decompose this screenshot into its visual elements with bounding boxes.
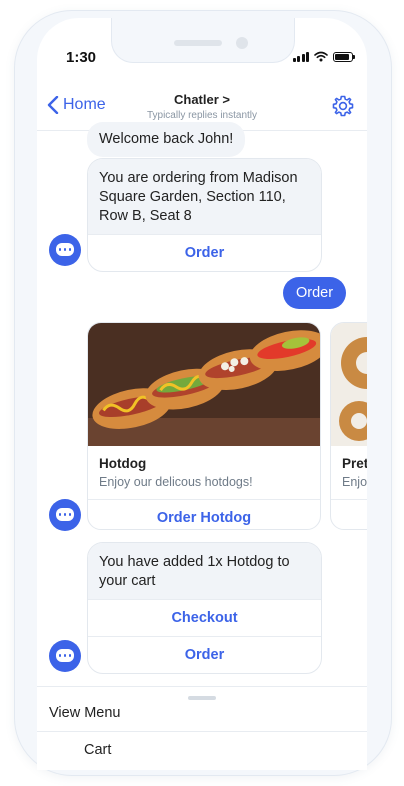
chat-dots-icon bbox=[56, 243, 74, 256]
wifi-icon bbox=[314, 51, 328, 62]
location-text: You are ordering from Madison Square Gar… bbox=[88, 159, 321, 234]
user-message: Order bbox=[283, 277, 347, 309]
chat-title-area[interactable]: Chatler > Typically replies instantly bbox=[37, 92, 367, 121]
menu-item-view-menu[interactable]: View Menu bbox=[49, 705, 120, 721]
phone-screen: 1:30 Home Chatler > Typically replies in… bbox=[37, 18, 367, 770]
quick-menu-panel: View Menu Cart bbox=[37, 686, 367, 770]
order-hotdog-button[interactable]: Order Hotdog bbox=[88, 499, 320, 529]
product-name: Hotdog bbox=[99, 456, 147, 471]
status-time: 1:30 bbox=[66, 49, 97, 66]
drag-handle[interactable] bbox=[188, 696, 216, 700]
checkout-button[interactable]: Checkout bbox=[88, 599, 321, 636]
bot-message-welcome: Welcome back John! bbox=[87, 122, 246, 157]
battery-icon bbox=[333, 51, 355, 62]
cart-text: You have added 1x Hotdog to your cart bbox=[88, 543, 321, 599]
chat-title: Chatler bbox=[173, 92, 219, 107]
speaker bbox=[174, 40, 222, 46]
order-button[interactable]: Order bbox=[88, 234, 321, 271]
menu-divider bbox=[37, 731, 367, 732]
notch bbox=[111, 18, 295, 63]
cart-card: You have added 1x Hotdog to your cart Ch… bbox=[87, 542, 322, 674]
bot-avatar bbox=[49, 640, 81, 672]
product-description: Enjoy our delicous hotdogs! bbox=[99, 475, 253, 489]
gear-icon[interactable] bbox=[331, 94, 355, 118]
status-icons bbox=[292, 51, 355, 62]
order-button-secondary[interactable]: Order bbox=[88, 636, 321, 673]
bot-avatar bbox=[49, 499, 81, 531]
product-button-partial[interactable] bbox=[331, 499, 367, 529]
product-card-hotdog: Hotdog Enjoy our delicous hotdogs! Order… bbox=[87, 322, 321, 530]
bot-avatar bbox=[49, 234, 81, 266]
menu-item-cart[interactable]: Cart bbox=[84, 742, 111, 758]
chat-subtitle: Typically replies instantly bbox=[146, 110, 258, 121]
pretzel-image bbox=[331, 323, 367, 446]
welcome-text: Welcome back John! bbox=[99, 131, 234, 147]
location-card: You are ordering from Madison Square Gar… bbox=[87, 158, 322, 272]
hotdog-image bbox=[88, 323, 320, 446]
title-chevron-icon: > bbox=[222, 92, 230, 107]
chat-dots-icon bbox=[56, 508, 74, 521]
camera bbox=[236, 37, 248, 49]
product-name-partial: Pret bbox=[342, 456, 367, 471]
signal-icon bbox=[292, 51, 309, 62]
product-description-partial: Enjo bbox=[342, 475, 367, 489]
product-card-partial: Pret Enjo bbox=[330, 322, 367, 530]
chat-dots-icon bbox=[56, 649, 74, 662]
